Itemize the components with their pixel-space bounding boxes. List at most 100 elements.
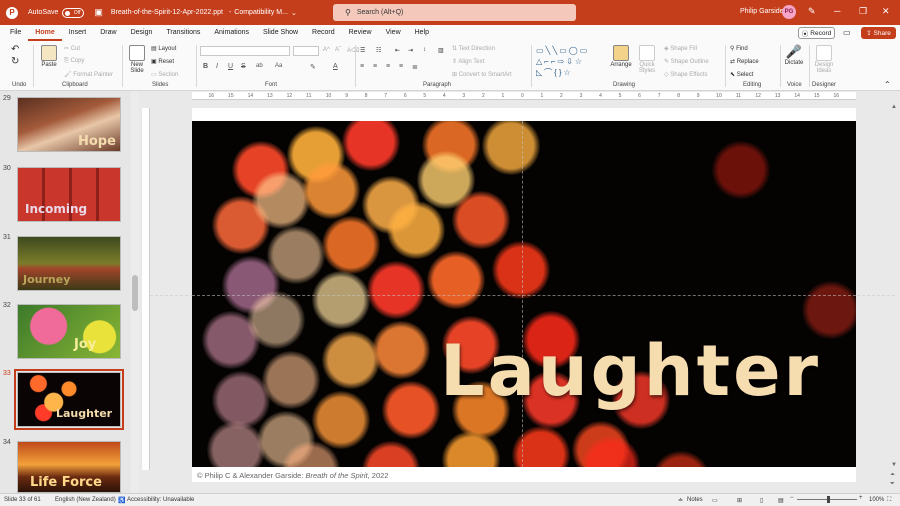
collapse-ribbon-icon[interactable]: ⌃ <box>884 80 891 89</box>
comment-icon[interactable]: ▭ <box>843 28 851 37</box>
tab-slide-show[interactable]: Slide Show <box>256 25 305 41</box>
search-input[interactable]: ⚲ Search (Alt+Q) <box>333 4 576 21</box>
notes-icon[interactable]: ≐ <box>678 497 683 504</box>
smartart-button[interactable]: ⊞ Convert to SmartArt <box>452 71 512 78</box>
autosave-toggle[interactable]: Off <box>62 7 85 18</box>
compatibility-mode[interactable]: Compatibility M... <box>234 9 288 16</box>
prev-slide-icon[interactable]: ⏶ <box>890 472 895 479</box>
shape-outline-button[interactable]: ✎ Shape Outline <box>664 58 709 65</box>
font-color-icon[interactable]: A <box>333 63 338 70</box>
user-name[interactable]: Philip Garside <box>740 8 784 15</box>
new-slide-button[interactable]: New Slide <box>126 45 148 74</box>
slideshow-icon[interactable]: ▤ <box>778 497 784 504</box>
highlight-icon[interactable]: ✎ <box>310 63 316 71</box>
zoom-out-icon[interactable]: − <box>790 495 794 501</box>
slide-photo[interactable] <box>192 121 856 467</box>
shapes-gallery[interactable]: ▭╲╲▭◯▭ △⌐⌐⇨⇩☆ ◺⌒{}☆ <box>536 45 602 79</box>
tab-home[interactable]: Home <box>28 25 62 41</box>
pen-icon[interactable]: ✎ <box>808 6 816 17</box>
grow-font-icon[interactable]: A^ <box>323 47 330 53</box>
record-button[interactable]: ⦿ Record <box>798 27 835 39</box>
find-button[interactable]: ⚲ Find <box>730 45 748 52</box>
arrange-button[interactable]: Arrange <box>608 45 634 68</box>
text-direction-button[interactable]: ⇅ Text Direction <box>452 45 495 52</box>
shape-fill-button[interactable]: ◈ Shape Fill <box>664 45 697 52</box>
fit-slide-icon[interactable]: ⛶ <box>887 497 891 504</box>
slide-thumbnail-30[interactable]: Incoming <box>17 167 121 222</box>
zoom-level[interactable]: 100% <box>869 497 884 503</box>
tab-draw[interactable]: Draw <box>93 25 123 41</box>
accessibility-status[interactable]: Accessibility: Unavailable <box>127 497 194 503</box>
align-center-icon[interactable]: ≡ <box>373 63 377 70</box>
tab-transitions[interactable]: Transitions <box>159 25 207 41</box>
clear-format-icon[interactable]: A⌫ <box>347 47 360 54</box>
numbering-icon[interactable]: ☷ <box>376 47 381 54</box>
redo-icon[interactable]: ↻ <box>11 56 19 67</box>
section-button[interactable]: ▭ Section <box>151 71 178 78</box>
font-size-select[interactable] <box>293 46 319 56</box>
align-left-icon[interactable]: ≡ <box>360 63 364 70</box>
quick-styles-button[interactable]: Quick Styles <box>636 45 658 74</box>
chevron-down-icon[interactable]: ⌄ <box>291 9 297 17</box>
replace-button[interactable]: ⇄ Replace <box>730 58 759 65</box>
decrease-indent-icon[interactable]: ⇤ <box>395 47 400 54</box>
zoom-in-icon[interactable]: + <box>859 495 863 501</box>
slide-thumbnail-34[interactable]: Life Force <box>17 441 121 493</box>
font-family-select[interactable] <box>200 46 290 56</box>
tab-insert[interactable]: Insert <box>62 25 94 41</box>
scroll-down-arrow-icon[interactable]: ▼ <box>891 462 897 468</box>
avatar[interactable]: PG <box>782 5 796 19</box>
tab-help[interactable]: Help <box>408 25 436 41</box>
change-case-icon[interactable]: Aa <box>275 63 282 69</box>
normal-view-icon[interactable]: ▭ <box>712 497 718 504</box>
tab-record[interactable]: Record <box>305 25 342 41</box>
share-button[interactable]: ⇪ Share <box>861 27 896 39</box>
reading-view-icon[interactable]: ▯ <box>760 497 763 504</box>
bullets-icon[interactable]: ☰ <box>360 47 365 54</box>
underline-icon[interactable]: U <box>228 63 233 70</box>
tab-design[interactable]: Design <box>124 25 160 41</box>
next-slide-icon[interactable]: ⏷ <box>890 481 895 488</box>
slide-canvas[interactable]: Laughter © Philip C & Alexander Garside:… <box>192 108 856 482</box>
dictate-button[interactable]: 🎤 Dictate <box>783 44 805 66</box>
reset-button[interactable]: ▣ Reset <box>151 58 174 65</box>
paste-button[interactable]: Paste <box>38 45 60 68</box>
align-text-button[interactable]: ⇕ Align Text <box>452 58 484 65</box>
char-spacing-icon[interactable]: ab <box>256 63 263 69</box>
tab-view[interactable]: View <box>379 25 408 41</box>
slide-thumbnail-31[interactable]: Journey <box>17 236 121 291</box>
align-right-icon[interactable]: ≡ <box>386 63 390 70</box>
tab-file[interactable]: File <box>0 25 28 41</box>
columns-icon[interactable]: ▥ <box>438 47 444 54</box>
line-spacing-icon[interactable]: ↕ <box>423 47 426 53</box>
shape-effects-button[interactable]: ◇ Shape Effects <box>664 71 708 78</box>
slide-thumbnail-33[interactable]: Laughter <box>14 369 124 430</box>
language[interactable]: English (New Zealand) <box>55 497 116 503</box>
restore-icon[interactable]: ❐ <box>859 6 867 17</box>
tab-review[interactable]: Review <box>342 25 379 41</box>
bold-icon[interactable]: B <box>203 63 208 70</box>
format-painter-button[interactable]: 🖌 Format Painter <box>64 71 113 78</box>
scroll-up-arrow-icon[interactable]: ▲ <box>891 104 897 110</box>
distributed-icon[interactable]: ≣ <box>412 63 418 71</box>
justify-icon[interactable]: ≡ <box>399 63 403 70</box>
slide-credit[interactable]: © Philip C & Alexander Garside: Breath o… <box>197 471 388 480</box>
italic-icon[interactable]: I <box>216 63 218 70</box>
save-icon[interactable]: ▣ <box>94 7 103 18</box>
zoom-slider-handle[interactable] <box>827 496 830 503</box>
copy-button[interactable]: ⎘ Copy <box>64 58 84 65</box>
strikethrough-icon[interactable]: S <box>241 63 246 70</box>
undo-icon[interactable]: ↶ <box>11 44 19 55</box>
select-button[interactable]: ⬉ Select <box>730 71 753 78</box>
design-ideas-button[interactable]: Design Ideas <box>812 45 836 74</box>
minimize-icon[interactable]: ─ <box>834 6 840 16</box>
tab-animations[interactable]: Animations <box>207 25 256 41</box>
slide-thumbnail-32[interactable]: Joy <box>17 304 121 359</box>
close-icon[interactable]: ✕ <box>882 6 890 17</box>
slide-title[interactable]: Laughter <box>440 330 821 412</box>
notes-button[interactable]: Notes <box>687 497 703 503</box>
panel-scroll-thumb[interactable] <box>132 275 138 311</box>
slide-thumbnail-29[interactable]: Hope <box>17 97 121 152</box>
increase-indent-icon[interactable]: ⇥ <box>408 47 413 54</box>
layout-button[interactable]: ▤ Layout <box>151 45 176 52</box>
